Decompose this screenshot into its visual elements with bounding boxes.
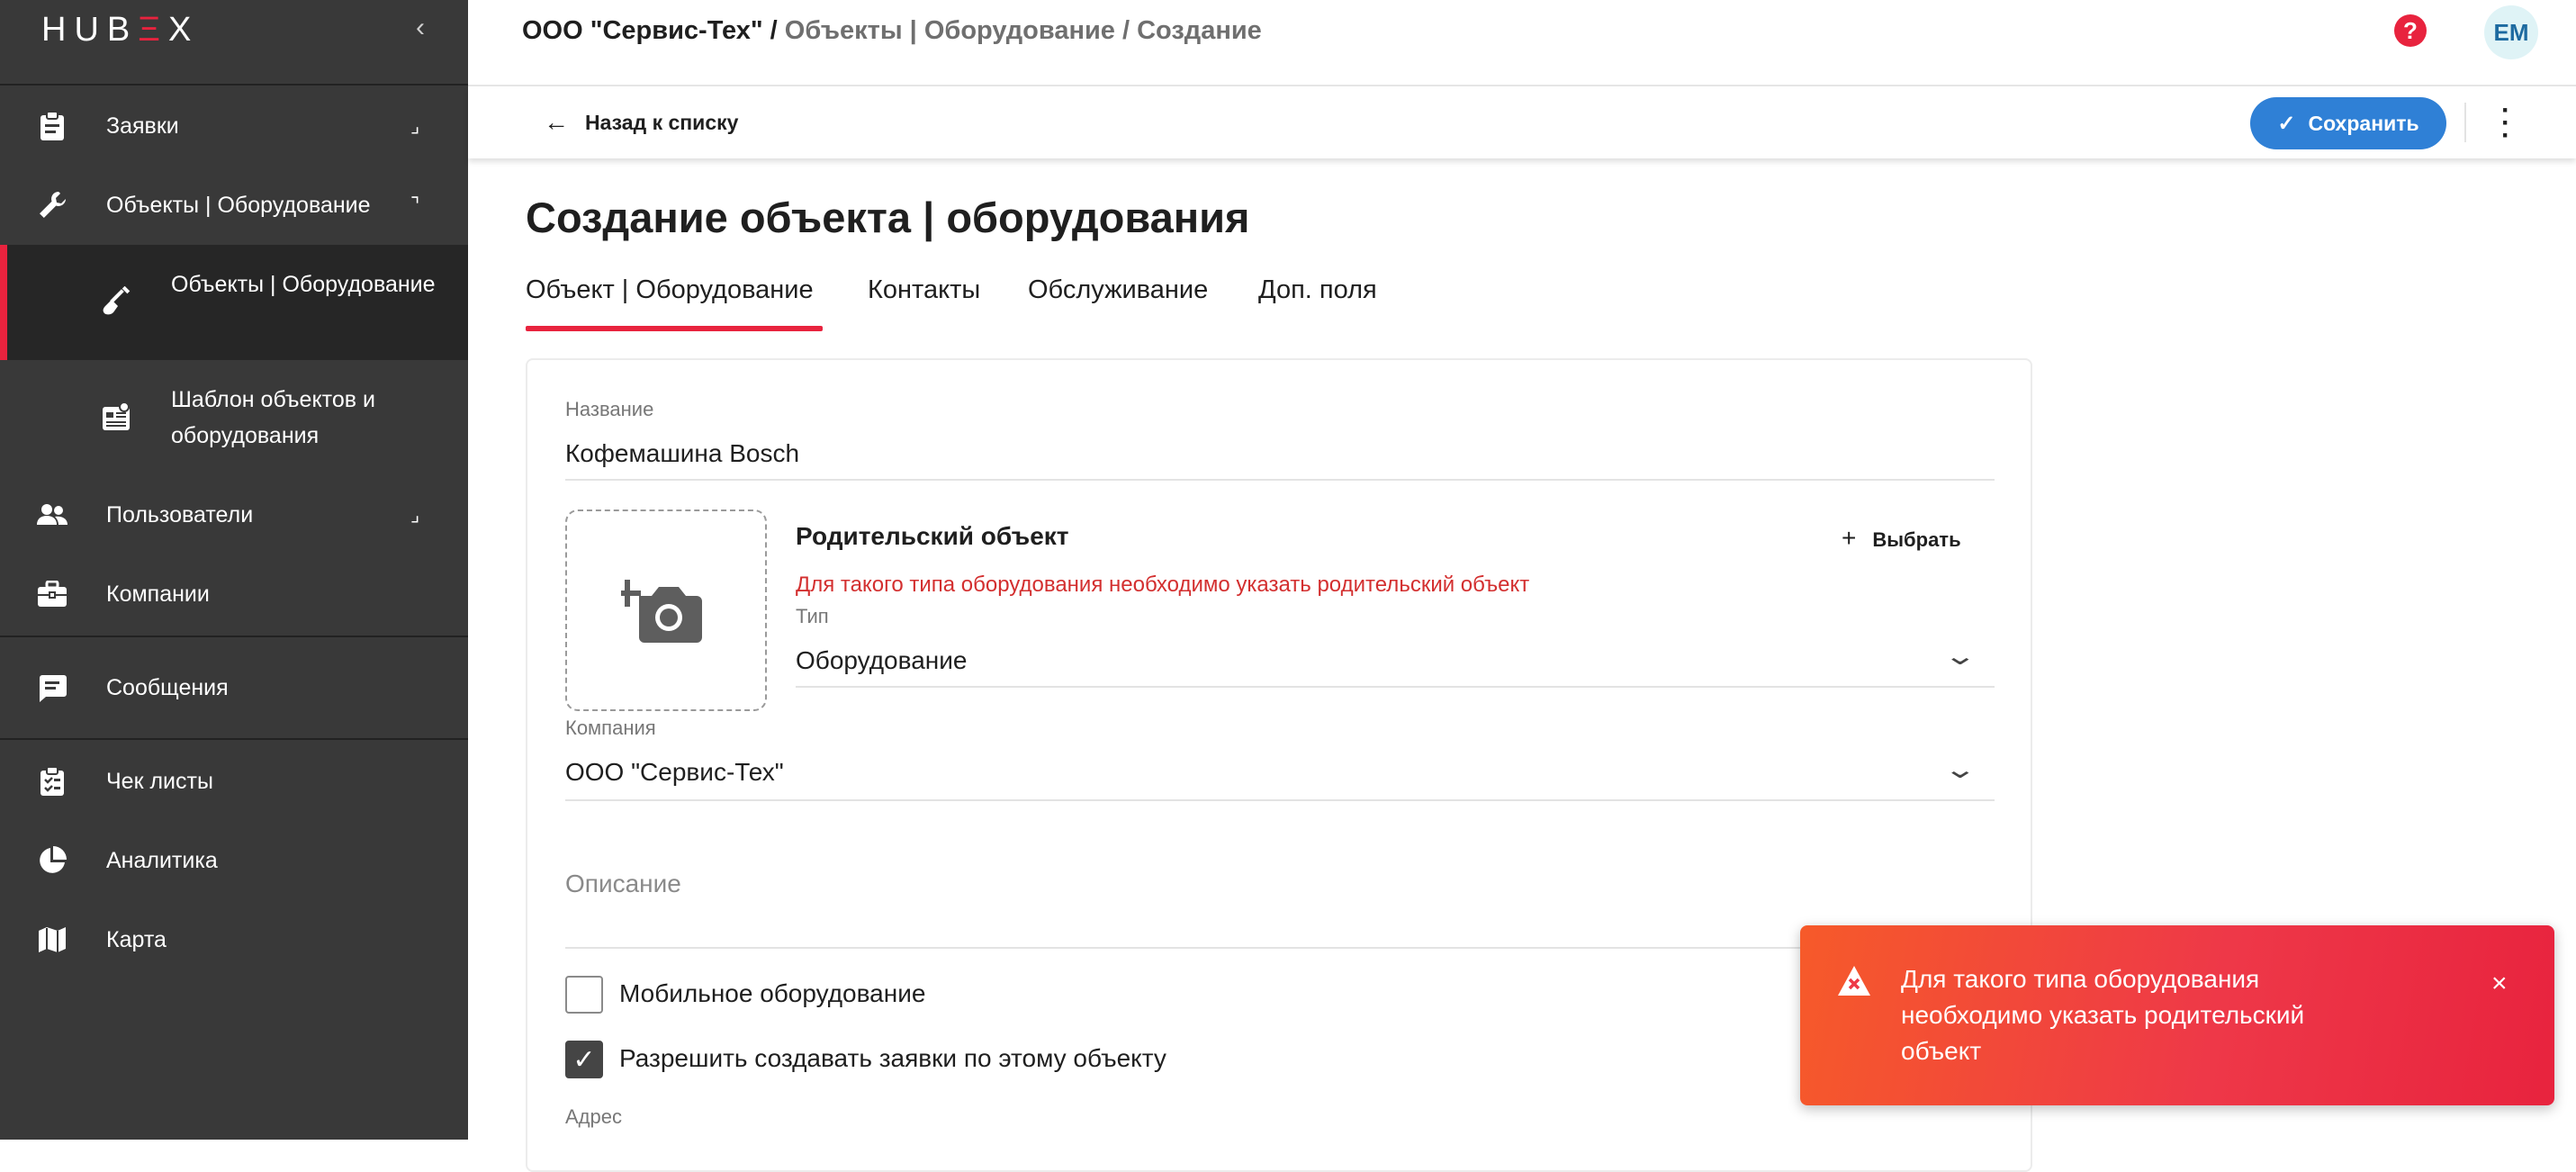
select-label: Выбрать: [1872, 528, 1961, 551]
chevron-down-icon[interactable]: ⌄: [1943, 641, 1977, 671]
back-label: Назад к списку: [585, 110, 739, 134]
chevron-down-icon[interactable]: ⌄: [1943, 754, 1977, 784]
type-label: Тип: [796, 605, 829, 627]
sidebar-item-analytics[interactable]: Аналитика: [0, 821, 468, 900]
divider: [0, 636, 468, 637]
wrench-icon: [36, 189, 68, 221]
clipboard-icon: [36, 110, 68, 142]
sidebar-item-label: Компании: [106, 581, 210, 607]
active-indicator: [0, 245, 7, 360]
save-button[interactable]: ✓ Сохранить: [2250, 97, 2446, 149]
sidebar-item-users[interactable]: Пользователи ⌟: [0, 475, 468, 554]
logo-text-end: X: [167, 11, 200, 49]
type-select[interactable]: Оборудование: [796, 646, 967, 675]
sidebar-subitem-objects[interactable]: Объекты | Оборудование: [0, 245, 468, 360]
sidebar-item-messages[interactable]: Сообщения: [0, 648, 468, 727]
map-icon: [36, 924, 68, 956]
tab-extra-fields[interactable]: Доп. поля: [1258, 275, 1377, 305]
page-title: Создание объекта | оборудования: [526, 194, 1250, 241]
collapse-icon: ⌝: [410, 194, 420, 216]
sidebar-item-objects[interactable]: Объекты | Оборудование ⌝: [0, 166, 468, 245]
sidebar-item-label: Чек листы: [106, 768, 213, 794]
sidebar-item-label: Объекты | Оборудование: [106, 192, 371, 218]
company-select[interactable]: ООО "Сервис-Тех": [565, 758, 784, 787]
tab-service[interactable]: Обслуживание: [1028, 275, 1208, 305]
message-icon: [36, 672, 68, 704]
sidebar-item-label: Аналитика: [106, 847, 218, 873]
divider: [0, 84, 468, 86]
sidebar-item-label: Карта: [106, 926, 167, 952]
field-underline: [565, 799, 1995, 801]
name-field[interactable]: Кофемашина Bosch: [565, 439, 799, 468]
active-tab-indicator: [526, 326, 823, 331]
close-icon[interactable]: ×: [2491, 969, 2508, 999]
company-label: Компания: [565, 717, 656, 739]
sidebar-item-companies[interactable]: Компании: [0, 554, 468, 634]
error-toast: Для такого типа оборудования необходимо …: [1800, 925, 2554, 1105]
tab-contacts[interactable]: Контакты: [868, 275, 980, 305]
field-underline: [796, 686, 1995, 688]
parent-error-message: Для такого типа оборудования необходимо …: [796, 572, 1530, 597]
save-label: Сохранить: [2308, 111, 2419, 135]
breadcrumb-company[interactable]: ООО "Сервис-Тех" /: [522, 16, 778, 45]
name-label: Название: [565, 398, 654, 420]
plus-icon: +: [1842, 524, 1857, 552]
collapse-sidebar-icon[interactable]: ‹: [416, 13, 425, 43]
select-parent-button[interactable]: + Выбрать: [1842, 524, 1961, 553]
warning-icon: [1838, 966, 1870, 996]
breadcrumb-path[interactable]: Объекты | Оборудование / Создание: [785, 16, 1262, 45]
address-label: Адрес: [565, 1105, 622, 1128]
app-logo[interactable]: HUBΞX: [41, 11, 199, 50]
back-to-list-button[interactable]: ← Назад к списку: [544, 108, 738, 137]
sidebar-item-label: Пользователи: [106, 501, 254, 527]
sidebar: HUBΞX ‹ Заявки ⌟ Объекты | Оборудование …: [0, 0, 468, 1140]
sidebar-item-map[interactable]: Карта: [0, 900, 468, 979]
field-underline: [565, 479, 1995, 481]
help-icon[interactable]: ?: [2394, 14, 2427, 47]
sidebar-item-label: Заявки: [106, 113, 179, 139]
divider: [2464, 103, 2466, 142]
sidebar-item-checklists[interactable]: Чек листы: [0, 742, 468, 821]
shovel-icon: [101, 285, 133, 319]
mobile-checkbox[interactable]: [565, 976, 603, 1014]
tab-object[interactable]: Объект | Оборудование: [526, 275, 814, 305]
more-menu-icon[interactable]: · · ·: [2497, 97, 2515, 149]
divider: [0, 738, 468, 740]
field-underline: [565, 947, 1995, 949]
template-icon: [101, 401, 133, 434]
expand-icon: ⌟: [410, 114, 420, 137]
logo-accent: Ξ: [138, 11, 168, 49]
top-header: ООО "Сервис-Тех" / Объекты | Оборудовани…: [468, 0, 2576, 86]
sidebar-item-label: Объекты | Оборудование: [171, 272, 436, 297]
check-icon: ✓: [2277, 111, 2296, 136]
mobile-checkbox-label[interactable]: Мобильное оборудование: [619, 979, 925, 1008]
allow-requests-checkbox[interactable]: ✓: [565, 1041, 603, 1078]
briefcase-icon: [36, 578, 68, 610]
sidebar-item-requests[interactable]: Заявки ⌟: [0, 86, 468, 166]
sidebar-item-label: Шаблон объектов и оборудования: [171, 387, 375, 448]
expand-icon: ⌟: [410, 503, 420, 526]
checklist-icon: [36, 765, 68, 798]
toast-message: Для такого типа оборудования необходимо …: [1901, 965, 2305, 1065]
toolbar: ← Назад к списку ✓ Сохранить · · ·: [468, 86, 2576, 158]
description-field[interactable]: Описание: [565, 870, 681, 898]
arrow-left-icon: ←: [544, 108, 569, 136]
parent-object-title: Родительский объект: [796, 522, 1069, 550]
sidebar-subitem-templates[interactable]: Шаблон объектов и оборудования: [0, 360, 468, 475]
add-photo-icon: [621, 580, 702, 643]
avatar[interactable]: EM: [2484, 5, 2538, 59]
pie-chart-icon: [36, 844, 68, 877]
breadcrumb: ООО "Сервис-Тех" / Объекты | Оборудовани…: [522, 16, 1262, 46]
sidebar-item-label: Сообщения: [106, 674, 229, 700]
users-icon: [36, 499, 68, 531]
logo-text: HUB: [41, 11, 139, 49]
photo-upload[interactable]: [565, 509, 767, 711]
allow-requests-label[interactable]: Разрешить создавать заявки по этому объе…: [619, 1044, 1166, 1073]
